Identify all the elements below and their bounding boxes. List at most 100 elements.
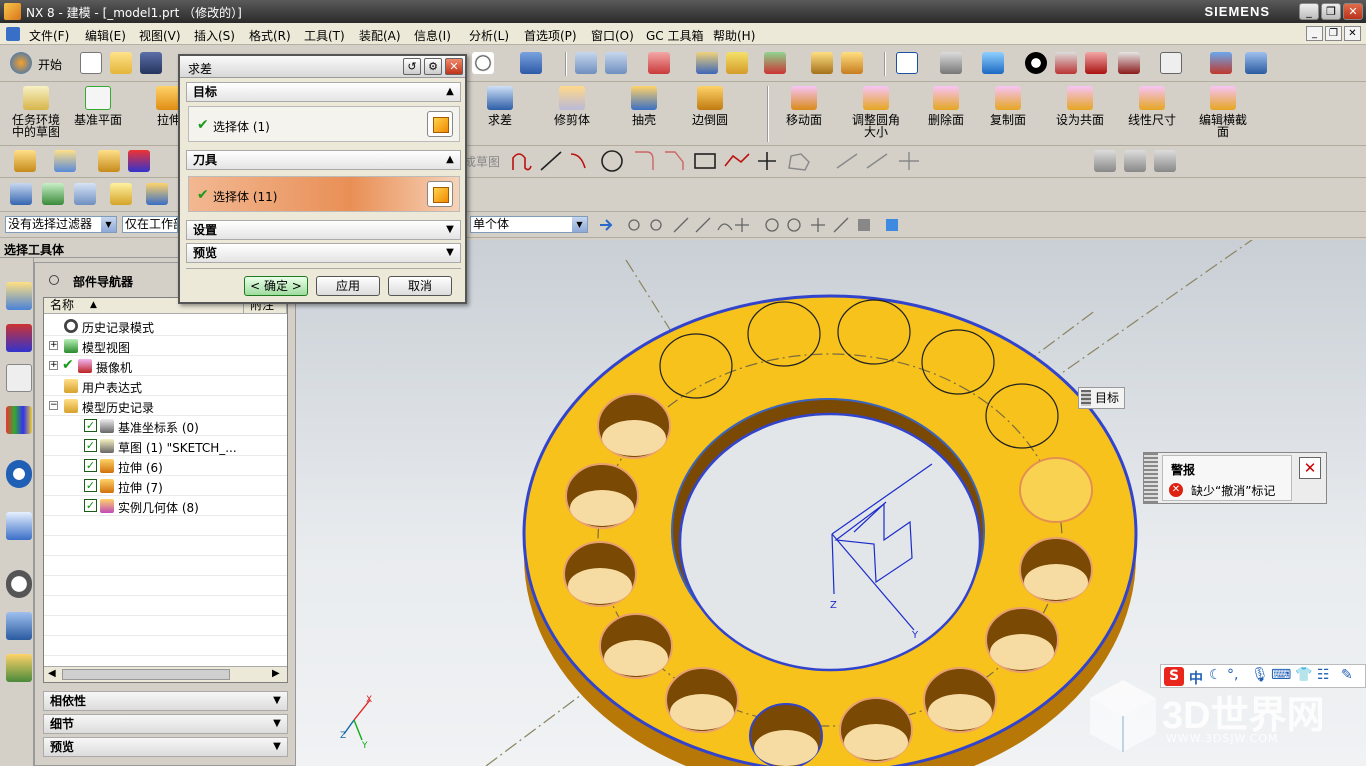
tool-select-body[interactable]: ✔ 选择体 (11) xyxy=(188,176,460,212)
menu-edit[interactable]: 编辑(E) xyxy=(85,27,126,44)
tree-row-cameras[interactable]: + ✔ 摄像机 xyxy=(44,356,287,376)
web-browser-icon[interactable] xyxy=(6,512,32,540)
color-box-icon[interactable] xyxy=(1160,52,1182,74)
blank-icon[interactable] xyxy=(1025,52,1047,74)
target-group-header[interactable]: 目标 ▲ xyxy=(186,82,461,102)
select-body-cube-icon[interactable] xyxy=(427,181,453,207)
menu-format[interactable]: 格式(R) xyxy=(249,27,291,44)
history-icon[interactable] xyxy=(6,570,32,598)
body-rule-dropdown[interactable]: 单个体 ▼ xyxy=(470,216,588,233)
selection-scope-dropdown[interactable]: 仅在工作部 xyxy=(122,216,178,233)
constraint-icon[interactable] xyxy=(1094,150,1116,172)
shaded-cube-icon[interactable] xyxy=(982,52,1004,74)
start-button-label[interactable]: 开始 xyxy=(38,56,62,73)
resize-blend-button[interactable]: 调整圆角大小 xyxy=(848,86,904,138)
hide-icon[interactable] xyxy=(1055,52,1077,74)
gear-icon[interactable]: ⚙ xyxy=(424,58,442,75)
menu-view[interactable]: 视图(V) xyxy=(139,27,181,44)
magnifier-icon[interactable] xyxy=(472,52,494,74)
layer-icon[interactable] xyxy=(575,52,597,74)
tree-row-model-views[interactable]: + 模型视图 xyxy=(44,336,287,356)
feature-edit-icon[interactable] xyxy=(98,150,120,172)
scroll-thumb[interactable] xyxy=(62,669,230,680)
horizontal-scrollbar[interactable]: ◀ ▶ xyxy=(44,666,287,682)
roles-icon[interactable] xyxy=(6,654,32,682)
reset-icon[interactable]: ↺ xyxy=(403,58,421,75)
delete-face-button[interactable]: 删除面 xyxy=(924,86,968,126)
collapse-icon[interactable]: − xyxy=(49,401,58,410)
mdi-close-button[interactable]: ✕ xyxy=(1344,26,1361,41)
new-file-icon[interactable] xyxy=(80,52,102,74)
orient-view-icon[interactable] xyxy=(764,52,786,74)
dialog-close-button[interactable]: ✕ xyxy=(445,58,463,75)
scroll-left-icon[interactable]: ◀ xyxy=(48,668,56,679)
wcs-icon[interactable] xyxy=(648,52,670,74)
expand-icon[interactable]: + xyxy=(49,341,58,350)
linear-dimension-button[interactable]: 线性尺寸 xyxy=(1126,86,1178,126)
fit-view-icon[interactable] xyxy=(896,52,918,74)
selection-icon[interactable] xyxy=(10,183,32,205)
save-icon[interactable] xyxy=(140,52,162,74)
snap-icon[interactable] xyxy=(520,52,542,74)
copy-face-button[interactable]: 复制面 xyxy=(986,86,1030,126)
pin-icon[interactable] xyxy=(49,275,59,285)
close-window-button[interactable]: ✕ xyxy=(1343,3,1363,20)
menu-insert[interactable]: 插入(S) xyxy=(194,27,235,44)
tree-row-sketch[interactable]: ✓ 草图 (1) "SKETCH_... xyxy=(44,436,287,456)
hand-icon[interactable] xyxy=(726,52,748,74)
open-folder-icon[interactable] xyxy=(110,52,132,74)
feature-checkbox[interactable]: ✓ xyxy=(84,499,97,512)
select-body-icon[interactable] xyxy=(1245,52,1267,74)
start-icon[interactable] xyxy=(10,52,32,74)
target-select-body[interactable]: ✔ 选择体 (1) xyxy=(188,106,460,142)
edit-section-button[interactable]: 编辑横截面 xyxy=(1196,86,1250,138)
ruler-icon[interactable] xyxy=(811,52,833,74)
part-navigator-tree[interactable]: 名称 ▲ 附注 历史记录模式 + 模型视图 + ✔ 摄像机 用户表达式 − 模型… xyxy=(43,297,288,683)
tree-row-history-mode[interactable]: 历史记录模式 xyxy=(44,316,287,336)
dimension-icon[interactable] xyxy=(1124,150,1146,172)
measure-icon[interactable] xyxy=(696,52,718,74)
subtract-button[interactable]: 求差 xyxy=(480,86,520,126)
feature-checkbox[interactable]: ✓ xyxy=(84,439,97,452)
feature-checkbox[interactable]: ✓ xyxy=(84,419,97,432)
trim-body-button[interactable]: 修剪体 xyxy=(550,86,594,126)
menu-analysis[interactable]: 分析(L) xyxy=(469,27,509,44)
note-icon[interactable] xyxy=(110,183,132,205)
minimize-button[interactable]: _ xyxy=(1299,3,1319,20)
edge-blend-button[interactable]: 边倒圆 xyxy=(688,86,732,126)
tree-row-datum-csys[interactable]: ✓ 基准坐标系 (0) xyxy=(44,416,287,436)
mirror-icon[interactable] xyxy=(128,150,150,172)
assembly-navigator-icon[interactable] xyxy=(6,282,32,310)
tool-group-header[interactable]: 刀具 ▲ xyxy=(186,150,461,170)
move-face-button[interactable]: 移动面 xyxy=(782,86,826,126)
shell-button[interactable]: 抽壳 xyxy=(624,86,664,126)
expand-icon[interactable]: + xyxy=(49,361,58,370)
pen-icon[interactable] xyxy=(841,52,863,74)
menu-assembly[interactable]: 装配(A) xyxy=(359,27,401,44)
alert-grip-icon[interactable] xyxy=(1144,453,1158,503)
layer-visible-icon[interactable] xyxy=(74,183,96,205)
preview-group-header[interactable]: 预览 ▼ xyxy=(186,243,461,263)
sketch-in-task-button[interactable]: 任务环境中的草图 xyxy=(8,86,64,138)
menu-info[interactable]: 信息(I) xyxy=(414,27,451,44)
make-coplanar-button[interactable]: 设为共面 xyxy=(1054,86,1106,126)
apply-button[interactable]: 应用 xyxy=(316,276,380,296)
feature-add-icon[interactable] xyxy=(54,150,76,172)
tree-row-instance-geometry[interactable]: ✓ 实例几何体 (8) xyxy=(44,496,287,516)
tree-row-user-expressions[interactable]: 用户表达式 xyxy=(44,376,287,396)
menu-gc-toolbox[interactable]: GC 工具箱 xyxy=(646,27,704,44)
cancel-button[interactable]: 取消 xyxy=(388,276,452,296)
menu-tools[interactable]: 工具(T) xyxy=(304,27,345,44)
tree-row-extrude-7[interactable]: ✓ 拉伸 (7) xyxy=(44,476,287,496)
layer-move-icon[interactable] xyxy=(605,52,627,74)
show-icon[interactable] xyxy=(1085,52,1107,74)
settings-group-header[interactable]: 设置 ▼ xyxy=(186,220,461,240)
alert-close-button[interactable]: ✕ xyxy=(1299,457,1321,479)
details-section[interactable]: 细节 ▼ xyxy=(43,714,288,734)
scroll-right-icon[interactable]: ▶ xyxy=(272,668,280,679)
info-icon[interactable] xyxy=(6,460,32,488)
ok-button[interactable]: < 确定 > xyxy=(244,276,308,296)
menu-preferences[interactable]: 首选项(P) xyxy=(524,27,577,44)
reuse-library-icon[interactable] xyxy=(6,406,32,434)
tree-row-extrude-6[interactable]: ✓ 拉伸 (6) xyxy=(44,456,287,476)
